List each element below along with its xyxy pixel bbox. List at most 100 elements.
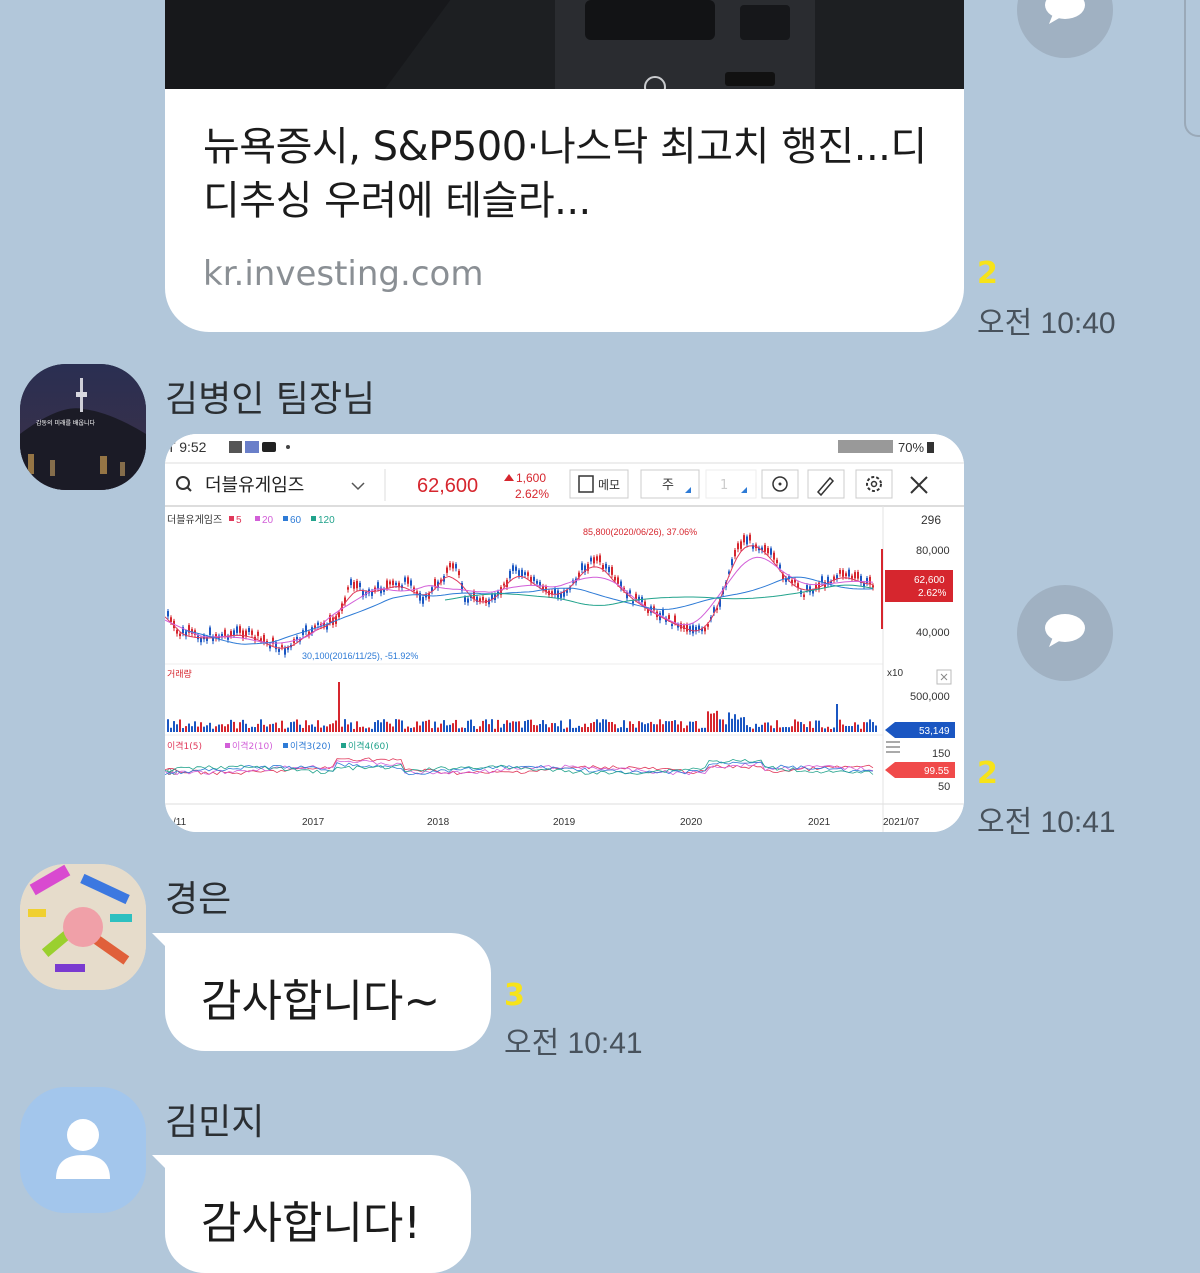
volume-bar (764, 722, 766, 732)
status-signal-icon (838, 440, 893, 453)
price-candle (377, 582, 379, 589)
volume-bar (263, 724, 265, 732)
unread-count: 2 (977, 756, 998, 791)
volume-bar (587, 726, 589, 732)
price-candle (281, 645, 283, 648)
volume-bar (650, 721, 652, 732)
volume-bar (842, 724, 844, 732)
volume-bar (707, 711, 709, 732)
volume-bar (800, 722, 802, 732)
volume-bar (236, 728, 238, 732)
volume-bar (614, 724, 616, 732)
message-text: 감사합니다! (201, 1198, 422, 1249)
volume-bar (668, 721, 670, 732)
unread-count: 2 (977, 256, 998, 291)
volume-bar (464, 727, 466, 732)
volume-bar (530, 719, 532, 732)
stock-chart-screenshot[interactable]: T 9:52 70% 더블유게임즈 62,600 1,600 2.62% 메모 … (165, 434, 964, 832)
volume-bar (692, 721, 694, 732)
volume-bar (389, 723, 391, 732)
volume-bar (608, 721, 610, 732)
price-candle (353, 581, 355, 589)
volume-bar (473, 726, 475, 732)
volume-bar (179, 719, 181, 732)
price-candle (812, 590, 814, 594)
volume-bar (824, 728, 826, 732)
status-icon (286, 445, 290, 449)
volume-bar (293, 721, 295, 732)
message-text: 감사합니다~ (201, 976, 441, 1027)
price-candle (512, 565, 514, 571)
volume-bar (599, 722, 601, 732)
x-tick-label: 2019 (553, 817, 576, 828)
volume-bar (329, 724, 331, 732)
volume-bar (578, 725, 580, 732)
volume-bar (527, 719, 529, 732)
volume-tag-value: 53,149 (919, 726, 950, 737)
avatar[interactable] (20, 1087, 146, 1213)
link-title: 뉴욕증시, S&P500·나스닥 최고치 행진...디디추싱 우려에 테슬라..… (203, 124, 927, 224)
volume-bar (410, 727, 412, 732)
volume-bar (728, 712, 730, 732)
legend-ma-label: 20 (262, 515, 274, 526)
volume-bar (260, 719, 262, 732)
battery-icon (927, 442, 934, 453)
volume-bar (863, 722, 865, 732)
price-candle (605, 563, 607, 569)
volume-bar (770, 725, 772, 732)
price-candle (872, 585, 874, 588)
volume-bar (488, 724, 490, 732)
price-candle (842, 570, 844, 577)
volume-bar (809, 721, 811, 732)
volume-bar (572, 727, 574, 732)
price-candle (674, 615, 676, 623)
status-icon (262, 442, 276, 452)
volume-bar (209, 722, 211, 732)
volume-bar (278, 728, 280, 732)
axis-500000: 500,000 (910, 691, 950, 703)
avatar[interactable] (20, 864, 146, 990)
volume-bar (197, 726, 199, 732)
price-candle (236, 626, 238, 633)
price-candle (347, 587, 349, 590)
share-button[interactable] (1017, 585, 1113, 681)
volume-bar (719, 719, 721, 732)
stock-search-text: 더블유게임즈 (205, 475, 304, 496)
x-tick-label: 2020 (680, 817, 703, 828)
volume-bar (428, 719, 430, 732)
price-candle (221, 633, 223, 637)
volume-bar (776, 720, 778, 732)
volume-bar (458, 728, 460, 732)
price-candle (482, 597, 484, 601)
volume-bar (752, 728, 754, 732)
volume-bar (749, 727, 751, 732)
volume-bar (794, 719, 796, 732)
message-bubble[interactable]: 감사합니다! (165, 1155, 471, 1273)
message-bubble[interactable]: 감사합니다~ (165, 933, 491, 1051)
volume-bar (683, 728, 685, 732)
x-tick-label: 2018 (427, 817, 450, 828)
price-candle (671, 624, 673, 627)
volume-bar (596, 719, 598, 732)
volume-bar (386, 721, 388, 732)
link-preview-card[interactable]: 뉴욕증시, S&P500·나스닥 최고치 행진...디디추싱 우려에 테슬라..… (165, 0, 964, 332)
volume-bar (593, 721, 595, 732)
price-candle (479, 598, 481, 602)
volume-bar (548, 727, 550, 732)
volume-bar (254, 727, 256, 732)
sender-name: 김민지 (165, 1102, 265, 1143)
status-time: T 9:52 (167, 439, 207, 455)
volume-bar (419, 725, 421, 732)
volume-bar (656, 724, 658, 732)
share-button[interactable] (1017, 0, 1113, 58)
price-candle (743, 535, 745, 543)
avatar[interactable]: 감동의 미래를 배웁니다 (20, 364, 146, 490)
volume-bar (443, 720, 445, 732)
price-candle (779, 564, 781, 569)
volume-bar (287, 727, 289, 732)
volume-bar (482, 720, 484, 732)
legend-ma-label: 5 (236, 515, 242, 526)
osc-legend-label: 이격4(60) (348, 740, 389, 752)
legend-swatch (229, 516, 234, 521)
price-candle (740, 541, 742, 549)
